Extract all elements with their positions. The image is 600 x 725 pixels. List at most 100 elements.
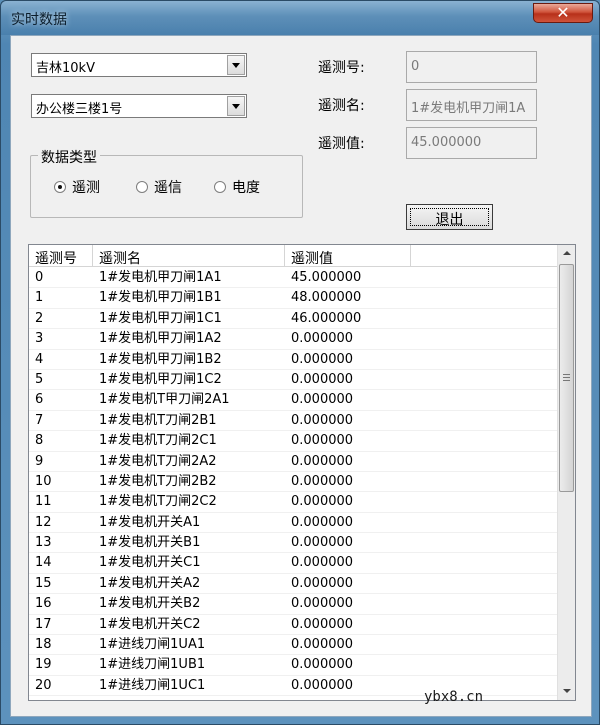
- row-name-cell: 1#发电机甲刀闸1B1: [99, 290, 222, 306]
- row-value-cell: 0.000000: [291, 575, 354, 591]
- telemetry-id-field: 0: [406, 51, 537, 83]
- chevron-down-icon[interactable]: [227, 96, 245, 116]
- vertical-scrollbar[interactable]: [557, 245, 575, 700]
- row-empty-cell: [411, 594, 558, 613]
- row-id-cell: 16: [35, 596, 52, 612]
- realtime-data-window: 实时数据 ✕ 吉林10kV 办公楼三楼1号 遥测号: 0 遥测名: 1#发电机甲…: [0, 0, 600, 725]
- radio-telemetry-label: 遥测: [72, 180, 100, 196]
- radio-telesignal[interactable]: 遥信: [136, 177, 182, 197]
- title-bar[interactable]: 实时数据 ✕: [1, 1, 599, 35]
- row-value-cell: 0.000000: [291, 351, 354, 367]
- row-value-cell: 0.000000: [291, 392, 354, 408]
- telemetry-id-label: 遥测号:: [318, 60, 365, 76]
- row-name-cell: 1#发电机甲刀闸1C2: [99, 371, 222, 387]
- table-row[interactable]: 11 1#发电机T刀闸2C2 0.000000: [29, 492, 558, 513]
- column-header-name[interactable]: 遥测名: [93, 245, 285, 267]
- row-name-cell: 1#发电机T刀闸2B2: [99, 473, 217, 489]
- row-name-cell: 1#发电机T刀闸2A2: [99, 453, 217, 469]
- telemetry-value-value: 45.000000: [411, 135, 482, 150]
- row-empty-cell: [411, 615, 558, 634]
- table-row[interactable]: 12 1#发电机开关A1 0.000000: [29, 513, 558, 534]
- watermark: ybx8.cn: [424, 689, 484, 705]
- radio-unselected-icon[interactable]: [214, 181, 226, 193]
- table-row[interactable]: 17 1#发电机开关C2 0.000000: [29, 615, 558, 636]
- row-id-cell: 10: [35, 473, 52, 489]
- close-icon: ✕: [556, 3, 570, 22]
- exit-button-label: 退出: [435, 212, 464, 228]
- table-row[interactable]: 4 1#发电机甲刀闸1B2 0.000000: [29, 350, 558, 370]
- row-name-cell: 1#发电机T刀闸2B1: [99, 412, 217, 428]
- row-empty-cell: [411, 513, 558, 532]
- close-button[interactable]: ✕: [533, 3, 593, 23]
- row-empty-cell: [411, 309, 558, 328]
- row-name-cell: 1#发电机开关B1: [99, 535, 201, 551]
- column-header-empty[interactable]: [411, 245, 558, 267]
- table-row[interactable]: 10 1#发电机T刀闸2B2 0.000000: [29, 472, 558, 493]
- radio-selected-icon[interactable]: [54, 181, 66, 193]
- row-value-cell: 0.000000: [291, 433, 354, 449]
- telemetry-id-value: 0: [411, 59, 420, 74]
- table-row[interactable]: 15 1#发电机开关A2 0.000000: [29, 574, 558, 595]
- row-value-cell: 0.000000: [291, 596, 354, 612]
- scroll-thumb[interactable]: [559, 264, 574, 492]
- building-select[interactable]: 办公楼三楼1号: [31, 94, 247, 118]
- row-empty-cell: [411, 452, 558, 471]
- table-row[interactable]: 1 1#发电机甲刀闸1B1 48.000000: [29, 288, 558, 309]
- row-value-cell: 0.000000: [291, 473, 354, 489]
- row-id-cell: 12: [35, 514, 52, 530]
- row-id-cell: 8: [35, 433, 44, 449]
- table-row[interactable]: 16 1#发电机开关B2 0.000000: [29, 594, 558, 615]
- table-row[interactable]: 6 1#发电机T甲刀闸2A1 0.000000: [29, 390, 558, 411]
- table-row[interactable]: 19 1#进线刀闸1UB1 0.000000: [29, 655, 558, 676]
- radio-energy-label: 电度: [232, 180, 260, 196]
- column-header-id[interactable]: 遥测号: [29, 245, 93, 267]
- row-id-cell: 14: [35, 555, 52, 571]
- window-title: 实时数据: [11, 12, 67, 28]
- column-header-value[interactable]: 遥测值: [285, 245, 411, 267]
- table-row[interactable]: 3 1#发电机甲刀闸1A2 0.000000: [29, 329, 558, 350]
- exit-button[interactable]: 退出: [406, 204, 493, 230]
- row-value-cell: 0.000000: [291, 331, 354, 347]
- chevron-down-icon[interactable]: [227, 55, 245, 75]
- table-row[interactable]: 7 1#发电机T刀闸2B1 0.000000: [29, 411, 558, 432]
- row-value-cell: 0.000000: [291, 616, 354, 632]
- list-rows: 0 1#发电机甲刀闸1A1 45.000000 1 1#发电机甲刀闸1B1 48.0000…: [29, 268, 558, 697]
- row-id-cell: 0: [35, 270, 44, 285]
- table-row[interactable]: 5 1#发电机甲刀闸1C2 0.000000: [29, 370, 558, 391]
- table-row[interactable]: 9 1#发电机T刀闸2A2 0.000000: [29, 452, 558, 472]
- radio-energy[interactable]: 电度: [214, 177, 260, 197]
- table-row[interactable]: 0 1#发电机甲刀闸1A1 45.000000: [29, 268, 558, 289]
- row-value-cell: 0.000000: [291, 453, 354, 469]
- table-row[interactable]: 14 1#发电机开关C1 0.000000: [29, 553, 558, 574]
- radio-telemetry[interactable]: 遥测: [54, 177, 100, 197]
- table-row[interactable]: 13 1#发电机开关B1 0.000000: [29, 533, 558, 554]
- scroll-down-arrow-icon[interactable]: [558, 683, 575, 700]
- table-row[interactable]: 8 1#发电机T刀闸2C1 0.000000: [29, 431, 558, 452]
- table-row[interactable]: 2 1#发电机甲刀闸1C1 46.000000: [29, 309, 558, 330]
- row-empty-cell: [411, 431, 558, 450]
- row-name-cell: 1#发电机甲刀闸1A1: [99, 270, 222, 285]
- table-row[interactable]: 18 1#进线刀闸1UA1 0.000000: [29, 635, 558, 656]
- radio-unselected-icon[interactable]: [136, 181, 148, 193]
- row-id-cell: 4: [35, 351, 44, 367]
- row-id-cell: 18: [35, 637, 52, 653]
- row-id-cell: 3: [35, 331, 44, 347]
- row-id-cell: 11: [35, 494, 52, 510]
- list-header: 遥测号 遥测名 遥测值: [29, 245, 558, 267]
- row-name-cell: 1#发电机T刀闸2C2: [99, 494, 217, 510]
- row-value-cell: 0.000000: [291, 637, 354, 653]
- row-id-cell: 17: [35, 616, 52, 632]
- scroll-up-arrow-icon[interactable]: [558, 245, 575, 262]
- telemetry-list[interactable]: 遥测号 遥测名 遥测值 0 1#发电机甲刀闸1A1 45.000000 1 1#发电机甲…: [28, 244, 576, 701]
- row-name-cell: 1#进线刀闸1UC1: [99, 677, 206, 693]
- row-value-cell: 0.000000: [291, 535, 354, 551]
- row-name-cell: 1#发电机开关A2: [99, 575, 201, 591]
- row-name-cell: 1#进线刀闸1UA1: [99, 637, 206, 653]
- datatype-group-title: 数据类型: [38, 147, 100, 167]
- row-name-cell: 1#发电机开关B2: [99, 596, 201, 612]
- telemetry-name-label: 遥测名:: [318, 98, 365, 114]
- row-empty-cell: [411, 574, 558, 593]
- telemetry-value-label: 遥测值:: [318, 136, 365, 152]
- row-id-cell: 15: [35, 575, 52, 591]
- station-select[interactable]: 吉林10kV: [31, 53, 247, 77]
